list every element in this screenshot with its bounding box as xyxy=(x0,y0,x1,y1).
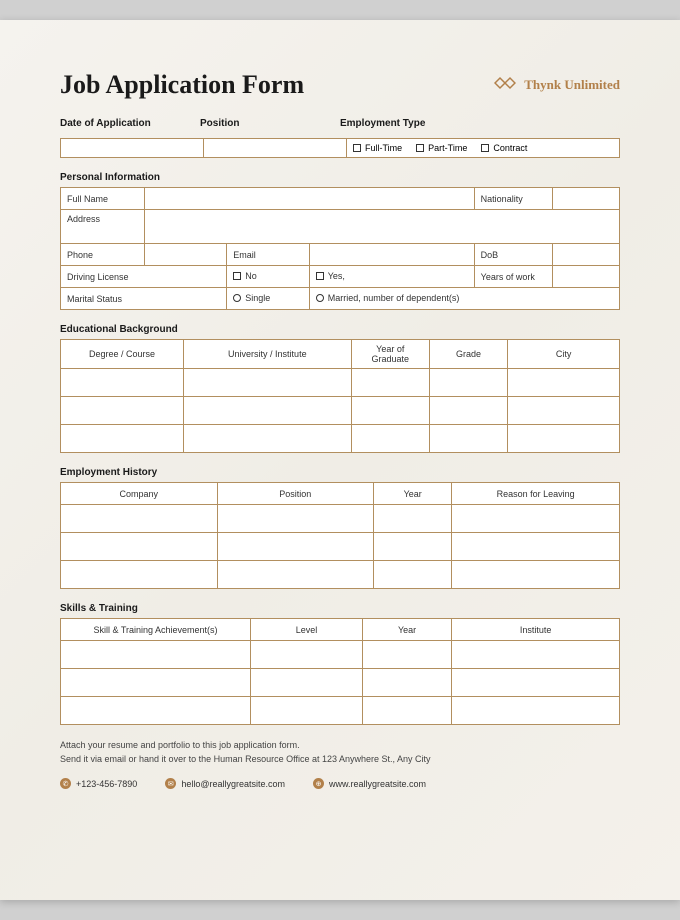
edu-h2: University / Institute xyxy=(183,340,351,369)
emptype-options: Full-Time Part-Time Contract xyxy=(346,138,620,158)
fullname-label: Full Name xyxy=(61,188,145,210)
phone-icon: ✆ xyxy=(60,778,71,789)
license-yes-checkbox[interactable]: Yes, xyxy=(309,266,474,288)
edu-section-title: Educational Background xyxy=(60,324,620,335)
position-input[interactable] xyxy=(203,138,346,158)
emp-h3: Year xyxy=(374,483,452,505)
table-row xyxy=(61,561,620,589)
emp-h2: Position xyxy=(217,483,374,505)
page-title: Job Application Form xyxy=(60,70,304,100)
skills-table: Skill & Training Achievement(s) Level Ye… xyxy=(60,618,620,725)
years-input[interactable] xyxy=(552,266,619,288)
edu-table: Degree / Course University / Institute Y… xyxy=(60,339,620,453)
edu-h1: Degree / Course xyxy=(61,340,184,369)
sk-h3: Year xyxy=(362,619,451,641)
personal-table: Full Name Nationality Address Phone Emai… xyxy=(60,187,620,310)
license-no-checkbox[interactable]: No xyxy=(227,266,309,288)
contact-row: ✆+123-456-7890 ✉hello@reallygreatsite.co… xyxy=(60,778,620,789)
footer-line1: Attach your resume and portfolio to this… xyxy=(60,739,620,753)
footer-line2: Send it via email or hand it over to the… xyxy=(60,753,620,767)
fullname-input[interactable] xyxy=(144,188,474,210)
mail-icon: ✉ xyxy=(165,778,176,789)
table-row xyxy=(61,669,620,697)
emptype-label: Employment Type xyxy=(340,118,620,129)
married-radio[interactable]: Married, number of dependent(s) xyxy=(309,288,619,310)
phone-label: Phone xyxy=(61,244,145,266)
years-label: Years of work xyxy=(474,266,552,288)
edu-h4: Grade xyxy=(429,340,507,369)
table-row xyxy=(61,369,620,397)
contact-email: ✉hello@reallygreatsite.com xyxy=(165,778,285,789)
phone-input[interactable] xyxy=(144,244,226,266)
contact-web: ⊕www.reallygreatsite.com xyxy=(313,778,426,789)
brand-name: Thynk Unlimited xyxy=(524,77,620,93)
address-label: Address xyxy=(61,210,145,244)
email-input[interactable] xyxy=(309,244,474,266)
header: Job Application Form Thynk Unlimited xyxy=(60,70,620,100)
footer-note: Attach your resume and portfolio to this… xyxy=(60,739,620,766)
brand-logo-icon xyxy=(494,75,516,96)
skills-section-title: Skills & Training xyxy=(60,603,620,614)
table-row xyxy=(61,697,620,725)
date-label: Date of Application xyxy=(60,118,200,129)
sk-h4: Institute xyxy=(452,619,620,641)
edu-h5: City xyxy=(508,340,620,369)
table-row xyxy=(61,397,620,425)
top-fields: Full-Time Part-Time Contract xyxy=(60,138,620,158)
contact-phone: ✆+123-456-7890 xyxy=(60,778,137,789)
dob-label: DoB xyxy=(474,244,552,266)
license-label: Driving License xyxy=(61,266,227,288)
table-row xyxy=(61,641,620,669)
marital-label: Marital Status xyxy=(61,288,227,310)
address-input[interactable] xyxy=(144,210,619,244)
emp-h4: Reason for Leaving xyxy=(452,483,620,505)
brand: Thynk Unlimited xyxy=(494,75,620,96)
sk-h1: Skill & Training Achievement(s) xyxy=(61,619,251,641)
table-row xyxy=(61,533,620,561)
position-label: Position xyxy=(200,118,340,129)
single-radio[interactable]: Single xyxy=(227,288,309,310)
date-input[interactable] xyxy=(60,138,203,158)
emp-h1: Company xyxy=(61,483,218,505)
contract-checkbox[interactable]: Contract xyxy=(481,143,527,153)
fulltime-checkbox[interactable]: Full-Time xyxy=(353,143,402,153)
table-row xyxy=(61,425,620,453)
dob-input[interactable] xyxy=(552,244,619,266)
emp-table: Company Position Year Reason for Leaving xyxy=(60,482,620,589)
form-page: Job Application Form Thynk Unlimited Dat… xyxy=(0,20,680,900)
parttime-checkbox[interactable]: Part-Time xyxy=(416,143,467,153)
table-row xyxy=(61,505,620,533)
nationality-input[interactable] xyxy=(552,188,619,210)
personal-section-title: Personal Information xyxy=(60,172,620,183)
email-label: Email xyxy=(227,244,309,266)
globe-icon: ⊕ xyxy=(313,778,324,789)
edu-h3: Year of Graduate xyxy=(351,340,429,369)
top-labels: Date of Application Position Employment … xyxy=(60,118,620,132)
nationality-label: Nationality xyxy=(474,188,552,210)
sk-h2: Level xyxy=(251,619,363,641)
emp-section-title: Employment History xyxy=(60,467,620,478)
